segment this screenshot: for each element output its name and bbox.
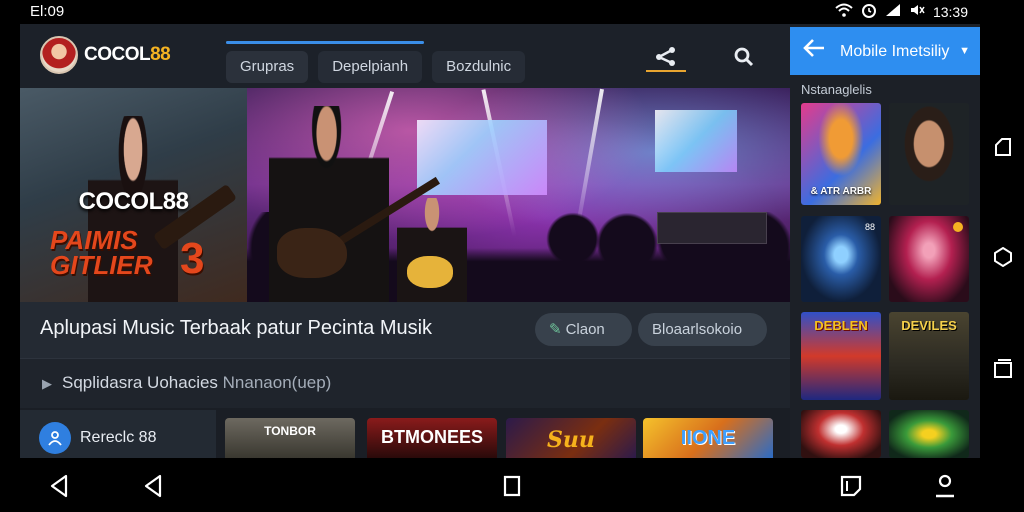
subtitle-bar[interactable]: ▶ Sqplidasra Uohacies Nnanaon(uep): [20, 358, 790, 408]
subtitle-text: Sqplidasra Uohacies Nnanaon(uep): [62, 373, 331, 393]
card-badge: [953, 222, 963, 232]
square-icon[interactable]: [499, 473, 525, 499]
status-time: El:09: [30, 3, 65, 20]
logo-brand: COCOL88: [84, 44, 171, 66]
back-icon-2[interactable]: [140, 473, 166, 499]
artist-card[interactable]: DEBLEN: [801, 312, 881, 400]
album-thumbnail[interactable]: BTMONEES: [367, 418, 497, 458]
album-thumbnail[interactable]: TONBOR: [225, 418, 355, 458]
wifi-icon: [835, 3, 853, 20]
overview-icon[interactable]: [992, 358, 1014, 380]
profile-icon[interactable]: [932, 473, 958, 499]
info-bar: Aplupasi Music Terbaak patur Pecinta Mus…: [20, 302, 790, 358]
app-logo[interactable]: COCOL88: [40, 36, 171, 74]
arrow-left-icon[interactable]: [802, 37, 826, 65]
user-chip[interactable]: Rereclc 88: [20, 410, 216, 458]
poster-subtitle-line2: GITLIER: [50, 250, 153, 280]
tab-bozdulnic[interactable]: Bozdulnic: [432, 51, 526, 83]
recent-apps-icon[interactable]: [992, 136, 1014, 158]
chevron-down-icon[interactable]: ▼: [959, 45, 970, 57]
stage-screen: [655, 110, 737, 172]
concert-image: [247, 88, 790, 302]
logo-avatar: [40, 36, 78, 74]
claon-label: Claon: [565, 321, 605, 338]
app-window: COCOL88 Grupras Depelpianh Bozdulnic COC…: [20, 24, 980, 458]
back-icon[interactable]: [46, 473, 72, 499]
poster-subtitle: PAIMIS GITLIER: [50, 227, 153, 280]
home-icon[interactable]: [992, 246, 1014, 268]
subtitle-secondary: Nnanaon(uep): [222, 373, 332, 392]
card-title: DEVILES: [901, 318, 957, 333]
chevron-right-icon: ▶: [42, 376, 52, 391]
system-nav-right: [980, 24, 1024, 458]
card-title: DEBLEN: [814, 318, 868, 333]
card-tag: 88: [864, 222, 875, 232]
secondary-action-button[interactable]: Bloaarlsokoio: [638, 313, 767, 346]
artist-card[interactable]: [889, 410, 969, 458]
user-name: Rereclc 88: [80, 429, 157, 446]
poster-title: COCOL88: [78, 188, 189, 215]
alarm-icon: [861, 2, 877, 21]
claon-button[interactable]: ✎ Claon: [535, 313, 632, 346]
tab-bar: Grupras Depelpianh Bozdulnic: [226, 51, 526, 83]
dj-console: [657, 212, 767, 244]
headline-text: Aplupasi Music Terbaak patur Pecinta Mus…: [40, 317, 433, 339]
subtitle-main: Sqplidasra Uohacies: [62, 373, 218, 392]
album-poster[interactable]: COCOL88 PAIMIS GITLIER 3: [20, 88, 247, 302]
user-icon: [39, 422, 71, 454]
tab-depelpianh[interactable]: Depelpianh: [318, 51, 423, 83]
hero-banner[interactable]: COCOL88 PAIMIS GITLIER 3: [20, 88, 790, 302]
search-icon[interactable]: [724, 42, 764, 72]
status-clock: 13:39: [932, 3, 968, 20]
artist-card[interactable]: [889, 103, 969, 205]
album-thumbnail[interactable]: Suu DoPlig: [506, 418, 636, 458]
panel-title: Mobile Imetsiliy: [840, 43, 950, 60]
logo-brand-gold: 88: [150, 44, 171, 65]
mute-icon: [909, 3, 925, 20]
guitar-body: [277, 228, 347, 278]
system-nav-bottom: [0, 458, 1024, 512]
tab-progress-fill: [226, 41, 424, 44]
status-bar: El:09 13:39: [0, 0, 1024, 24]
artist-card[interactable]: [889, 216, 969, 302]
artist-card[interactable]: & ATR ARBR: [801, 103, 881, 205]
signal-icon: [885, 3, 901, 20]
panel-section-title: Nstanaglelis: [801, 82, 872, 97]
poster-number: 3: [180, 234, 205, 283]
status-right: 13:39: [835, 2, 968, 21]
panel-header[interactable]: Mobile Imetsiliy ▼: [790, 27, 980, 75]
share-icon[interactable]: [646, 42, 686, 72]
tab-progress-bar: [226, 41, 424, 44]
bottom-row: Rereclc 88 TONBOR BTMONEES Suu DoPlig II…: [20, 410, 790, 458]
edit-icon: ✎: [549, 321, 562, 338]
right-panel: Mobile Imetsiliy ▼ Nstanaglelis & ATR AR…: [790, 24, 980, 458]
artist-card[interactable]: 88: [801, 216, 881, 302]
notes-icon[interactable]: [838, 473, 864, 499]
tab-grupras[interactable]: Grupras: [226, 51, 309, 83]
yellow-guitar: [407, 256, 453, 288]
top-navigation: COCOL88 Grupras Depelpianh Bozdulnic: [20, 24, 790, 88]
card-caption: & ATR ARBR: [810, 186, 872, 197]
logo-brand-white: COCOL: [84, 44, 151, 65]
artist-card[interactable]: DEVILES: [889, 312, 969, 400]
artist-card[interactable]: [801, 410, 881, 458]
album-thumbnail[interactable]: IIONE: [643, 418, 773, 458]
